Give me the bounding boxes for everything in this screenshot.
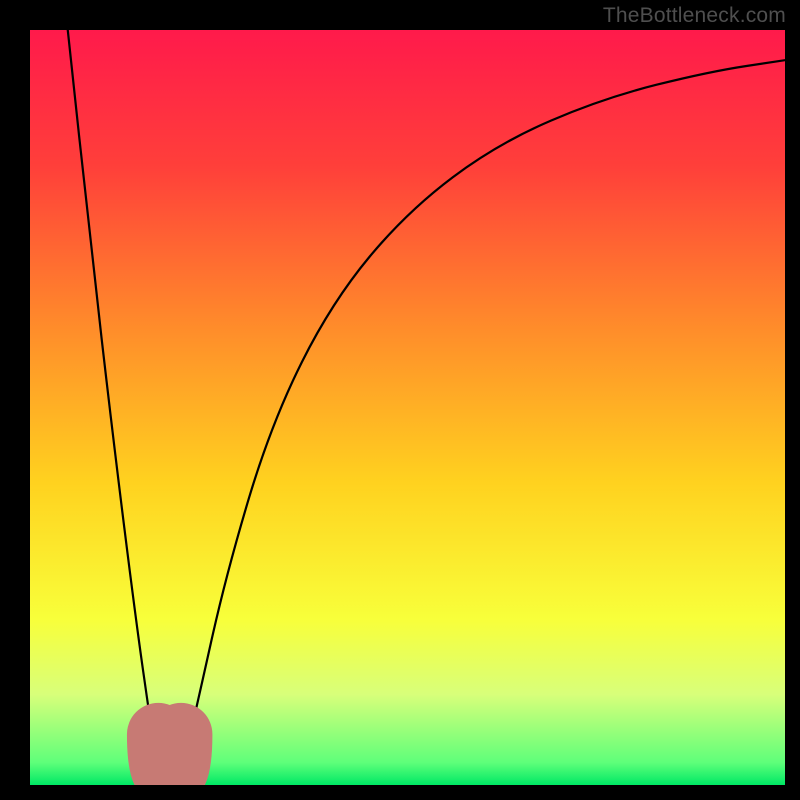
bottleneck-chart [30, 30, 785, 785]
chart-frame: TheBottleneck.com [0, 0, 800, 800]
plot-area [30, 30, 785, 785]
watermark-text: TheBottleneck.com [603, 4, 786, 28]
curve-markers [131, 734, 208, 785]
